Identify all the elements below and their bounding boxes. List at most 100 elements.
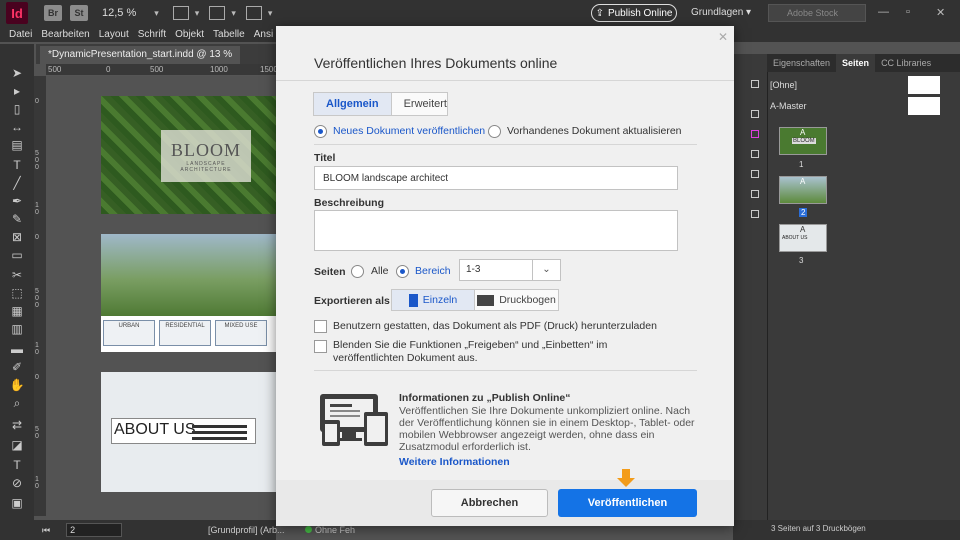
zoom-dropdown-icon[interactable]: ▾ (154, 8, 159, 19)
direct-selection-tool-icon[interactable]: ▸ (9, 84, 25, 98)
hide-share-embed-checkbox[interactable] (314, 340, 327, 353)
hide-share-embed-label[interactable]: Blenden Sie die Funktionen „Freigeben“ u… (333, 339, 663, 365)
preflight-profile[interactable]: [Grundprofil] (Arb... (208, 525, 285, 535)
radio-new-document[interactable] (314, 125, 327, 138)
radio-page-range-label[interactable]: Bereich (415, 265, 451, 277)
rectangle-frame-tool-icon[interactable]: ⊠ (9, 230, 25, 244)
stock-button[interactable]: St (70, 5, 88, 21)
first-page-icon[interactable]: ⏮ (42, 525, 50, 536)
chevron-down-icon[interactable]: ⌄ (532, 260, 560, 280)
arrange-documents-icon[interactable] (245, 6, 262, 20)
view-options-dropdown-icon[interactable]: ▾ (231, 8, 236, 19)
screen-mode-icon[interactable] (172, 6, 189, 20)
cancel-button[interactable]: Abbrechen (431, 489, 548, 517)
menu-objekt[interactable]: Objekt (175, 29, 204, 40)
maximize-icon[interactable]: ▫ (906, 6, 910, 18)
description-input[interactable] (314, 210, 678, 251)
page-thumb-2[interactable]: A (779, 176, 827, 204)
close-window-icon[interactable]: ✕ (936, 6, 945, 19)
arrange-dropdown-icon[interactable]: ▾ (268, 8, 273, 19)
pen-tool-icon[interactable]: ✒ (9, 194, 25, 208)
zoom-level[interactable]: 12,5 % (102, 7, 136, 19)
layer-square (751, 130, 759, 138)
more-info-link[interactable]: Weitere Informationen (399, 456, 510, 468)
page-range-select[interactable]: 1-3 ⌄ (459, 259, 561, 281)
divider (314, 144, 697, 145)
tab-cc-libraries[interactable]: CC Libraries (875, 54, 937, 72)
screen-mode-dropdown-icon[interactable]: ▾ (195, 8, 200, 19)
menu-datei[interactable]: Datei (9, 29, 32, 40)
master-a[interactable]: A-Master (770, 101, 807, 111)
free-transform-tool-icon[interactable]: ⬚ (9, 286, 25, 300)
allow-pdf-download-label[interactable]: Benutzern gestatten, das Dokument als PD… (333, 320, 663, 333)
menu-ansicht[interactable]: Ansi (254, 29, 273, 40)
menu-bearbeiten[interactable]: Bearbeiten (41, 29, 89, 40)
master-a-thumb[interactable] (908, 97, 940, 115)
export-spread-label: Druckbogen (499, 294, 556, 306)
title-input[interactable]: BLOOM landscape architect (314, 166, 678, 190)
ruler-tick: 500 (150, 65, 164, 74)
screen-mode-tool-icon[interactable]: ▣ (9, 496, 25, 510)
export-as-label: Exportieren als (314, 295, 390, 307)
minimize-icon[interactable]: — (878, 6, 889, 18)
eyedropper-tool-icon[interactable]: ✐ (9, 360, 25, 374)
formatting-affects-icon[interactable]: T (9, 458, 25, 472)
note-tool-icon[interactable]: ▬ (9, 342, 25, 356)
selection-tool-icon[interactable]: ➤ (9, 66, 25, 80)
workspace-switcher[interactable]: Grundlagen ▾ (691, 7, 751, 18)
tile-label: MIXED USE (224, 323, 258, 329)
tab-allgemein[interactable]: Allgemein (314, 93, 392, 115)
tab-seiten[interactable]: Seiten (836, 54, 876, 72)
export-single-button[interactable]: Einzeln (392, 290, 475, 310)
rectangle-tool-icon[interactable]: ▭ (9, 248, 25, 262)
zoom-tool-icon[interactable]: ⌕ (9, 396, 25, 410)
pencil-tool-icon[interactable]: ✎ (9, 212, 25, 226)
radio-update-document-label[interactable]: Vorhandenes Dokument aktualisieren (507, 125, 682, 137)
ruler-tick: 5 0 0 (35, 150, 39, 171)
line-tool-icon[interactable]: ╱ (9, 176, 25, 190)
master-none[interactable]: [Ohne] (770, 80, 797, 90)
description-label: Beschreibung (314, 197, 385, 209)
publish-online-button[interactable]: ⇪ Publish Online (591, 4, 677, 22)
menu-schrift[interactable]: Schrift (138, 29, 166, 40)
apply-none-icon[interactable]: ⊘ (9, 476, 25, 490)
fill-stroke-icon[interactable]: ◪ (9, 438, 25, 452)
city-park-image (101, 234, 276, 316)
tab-eigenschaften[interactable]: Eigenschaften (767, 54, 836, 72)
dialog-close-icon[interactable]: ✕ (718, 30, 728, 44)
radio-new-document-label[interactable]: Neues Dokument veröffentlichen (333, 125, 485, 137)
page-tool-icon[interactable]: ▯ (9, 102, 25, 116)
gradient-tool-icon[interactable]: ▦ (9, 304, 25, 318)
allow-pdf-download-checkbox[interactable] (314, 320, 327, 333)
type-tool-icon[interactable]: T (9, 158, 25, 172)
scissors-tool-icon[interactable]: ✂ (9, 268, 25, 282)
view-options-icon[interactable] (209, 6, 226, 20)
document-canvas[interactable]: BLOOM LANDSCAPE ARCHITECTURE URBAN RESID… (46, 76, 276, 516)
publish-online-label: Publish Online (607, 7, 673, 19)
swap-colors-icon[interactable]: ⇄ (9, 418, 25, 432)
publish-button[interactable]: Veröffentlichen (558, 489, 697, 517)
stock-search-input[interactable]: Adobe Stock (768, 4, 866, 22)
gradient-feather-tool-icon[interactable]: ▥ (9, 322, 25, 336)
vertical-ruler: 0 5 0 0 1 0 0 5 0 0 1 0 0 5 0 1 0 (34, 76, 46, 516)
content-collector-icon[interactable]: ▤ (9, 138, 25, 152)
bridge-button[interactable]: Br (44, 5, 62, 21)
page-number-field[interactable]: 2 (66, 523, 123, 537)
page-3[interactable]: ABOUT US (101, 372, 276, 492)
page-thumb-3[interactable]: A ABOUT US (779, 224, 827, 252)
menu-layout[interactable]: Layout (99, 29, 129, 40)
tab-erweitert[interactable]: Erweitert (392, 93, 459, 115)
document-tab[interactable]: *DynamicPresentation_start.indd @ 13 % (40, 46, 241, 64)
export-spread-button[interactable]: Druckbogen (475, 290, 558, 310)
radio-all-pages[interactable] (351, 265, 364, 278)
page-1[interactable]: BLOOM LANDSCAPE ARCHITECTURE (101, 96, 276, 214)
master-none-thumb[interactable] (908, 76, 940, 94)
radio-all-pages-label[interactable]: Alle (371, 265, 389, 277)
page-2[interactable]: URBAN RESIDENTIAL MIXED USE (101, 234, 276, 352)
menu-tabelle[interactable]: Tabelle (213, 29, 245, 40)
hand-tool-icon[interactable]: ✋ (9, 378, 25, 392)
page-thumb-1[interactable]: A BLOOM (779, 127, 827, 155)
gap-tool-icon[interactable]: ↔ (9, 120, 25, 134)
radio-page-range[interactable] (396, 265, 409, 278)
radio-update-document[interactable] (488, 125, 501, 138)
